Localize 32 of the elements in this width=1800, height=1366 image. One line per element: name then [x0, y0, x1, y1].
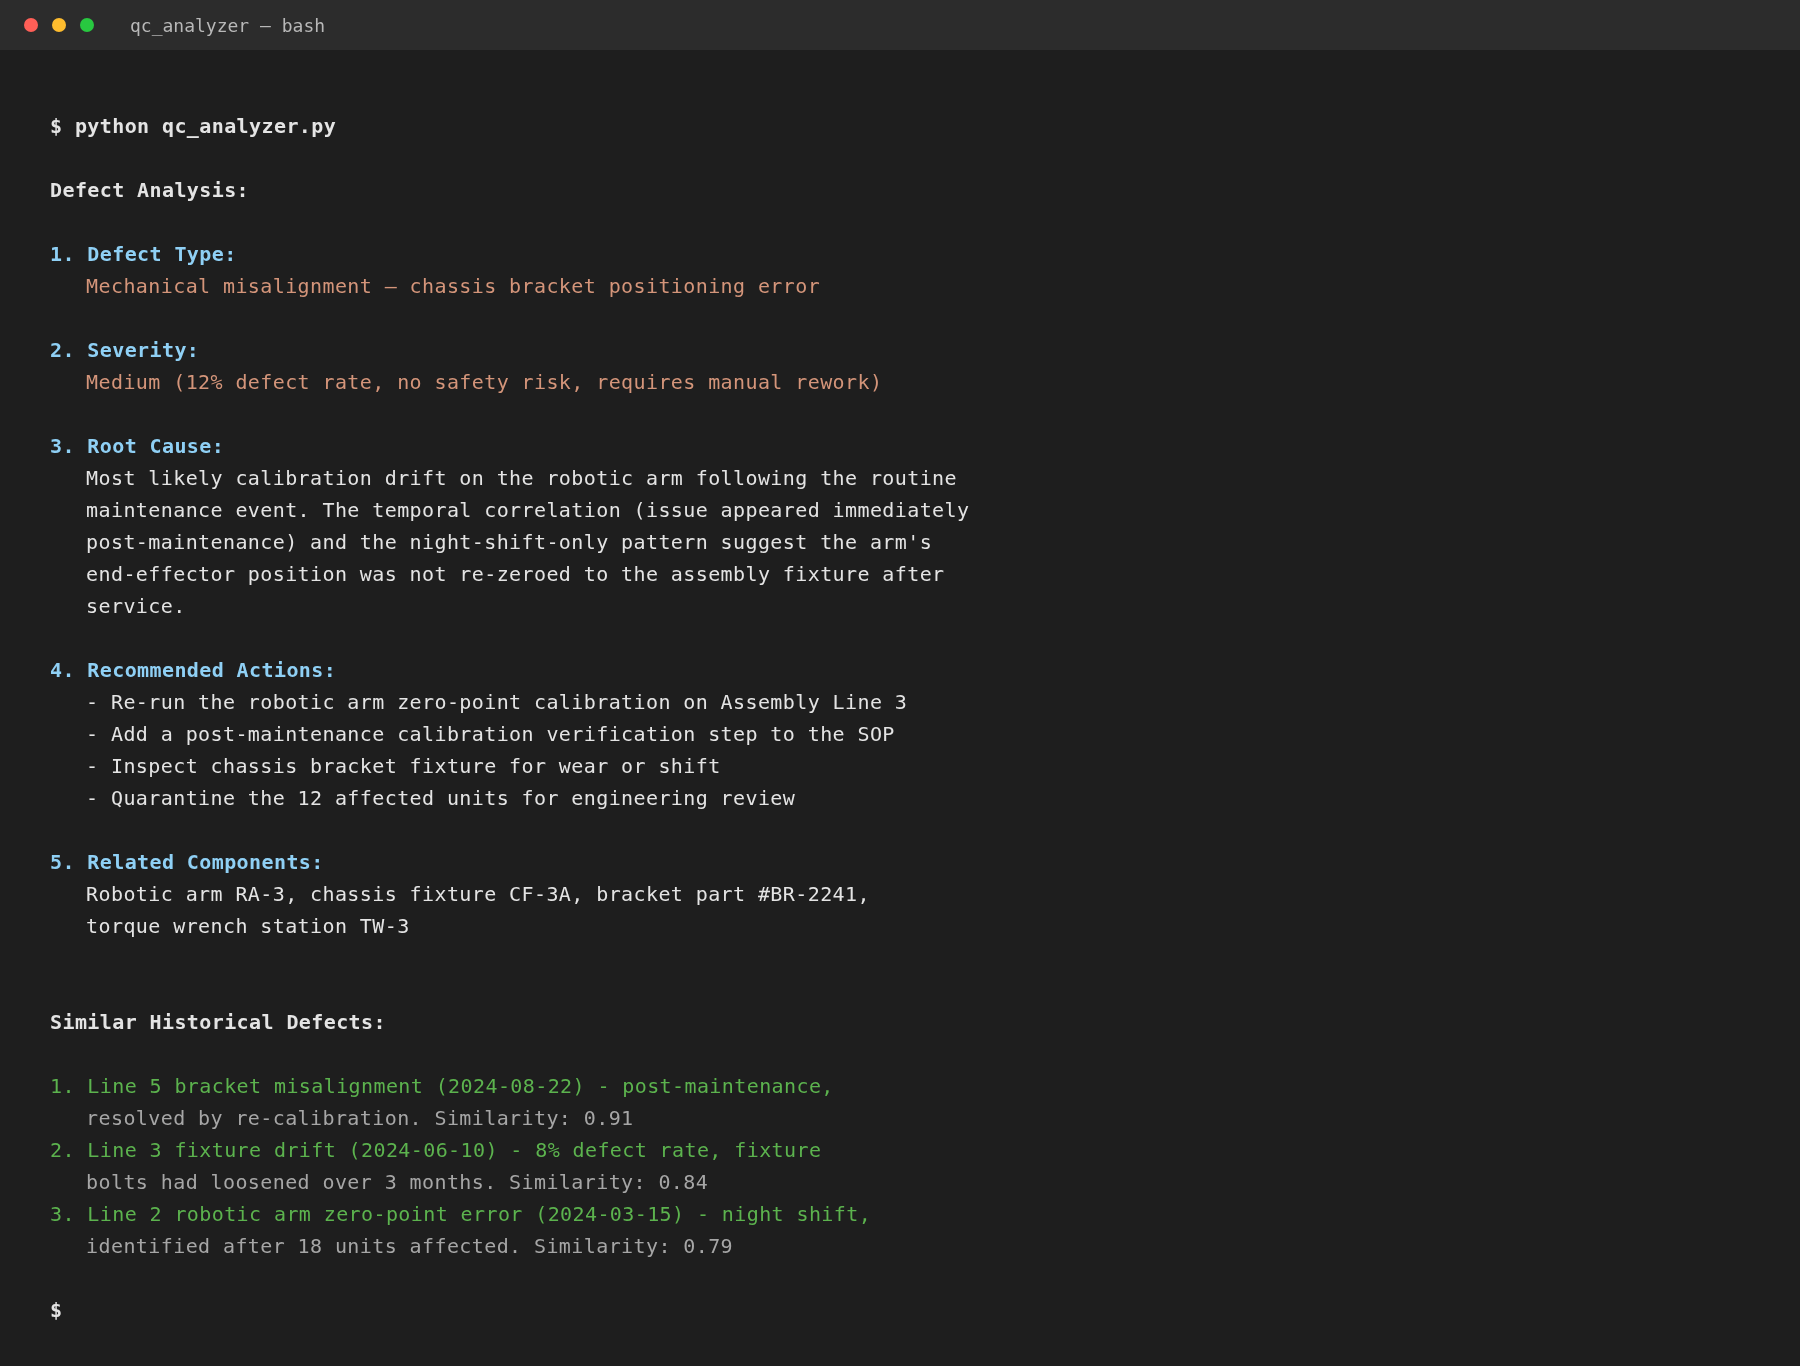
maximize-icon[interactable]	[80, 18, 94, 32]
section-title: 5. Related Components:	[50, 849, 325, 876]
command-line: $ python qc_analyzer.py	[50, 113, 338, 140]
section-heading: Similar Historical Defects:	[50, 1009, 387, 1036]
section-title: 2. Severity:	[50, 337, 201, 364]
output-line: - Re-run the robotic arm zero-point calibration on Assembly Line 3	[85, 689, 909, 716]
output-line: Mechanical misalignment — chassis bracket positioning error	[85, 273, 822, 300]
history-summary: 1. Line 5 bracket misalignment (2024-08-22) - post-maintenance,	[50, 1073, 835, 1100]
section-title: 4. Recommended Actions:	[50, 657, 338, 684]
section-title: 3. Root Cause:	[50, 433, 226, 460]
history-summary: 3. Line 2 robotic arm zero-point error (2024-03-15) - night shift,	[50, 1201, 873, 1228]
output-line: torque wrench station TW-3	[85, 913, 411, 940]
history-detail: bolts had loosened over 3 months. Similarity: 0.84	[85, 1169, 710, 1196]
output-line: post-maintenance) and the night-shift-only pattern suggest the arm's	[85, 529, 934, 556]
history-summary: 2. Line 3 fixture drift (2024-06-10) - 8% defect rate, fixture	[50, 1137, 823, 1164]
prompt: $	[50, 1297, 63, 1324]
output-line: service.	[85, 593, 187, 620]
history-detail: resolved by re-calibration. Similarity: 0.91	[85, 1105, 635, 1132]
output-line: end-effector position was not re-zeroed to the assembly fixture after	[85, 561, 946, 588]
output-line: - Quarantine the 12 affected units for engineering review	[85, 785, 797, 812]
section-title: 1. Defect Type:	[50, 241, 238, 268]
output-line: Robotic arm RA-3, chassis fixture CF-3A, bracket part #BR-2241,	[85, 881, 871, 908]
section-heading: Defect Analysis:	[50, 177, 251, 204]
output-line: Medium (12% defect rate, no safety risk, requires manual rework)	[85, 369, 884, 396]
output-line: - Inspect chassis bracket fixture for wear or shift	[85, 753, 722, 780]
window-title: qc_analyzer — bash	[130, 13, 326, 38]
output-line: Most likely calibration drift on the robotic arm following the routine	[85, 465, 958, 492]
close-icon[interactable]	[24, 18, 38, 32]
output-line: maintenance event. The temporal correlation (issue appeared immediately	[85, 497, 971, 524]
minimize-icon[interactable]	[52, 18, 66, 32]
history-detail: identified after 18 units affected. Similarity: 0.79	[85, 1233, 735, 1260]
output-line: - Add a post-maintenance calibration verification step to the SOP	[85, 721, 896, 748]
